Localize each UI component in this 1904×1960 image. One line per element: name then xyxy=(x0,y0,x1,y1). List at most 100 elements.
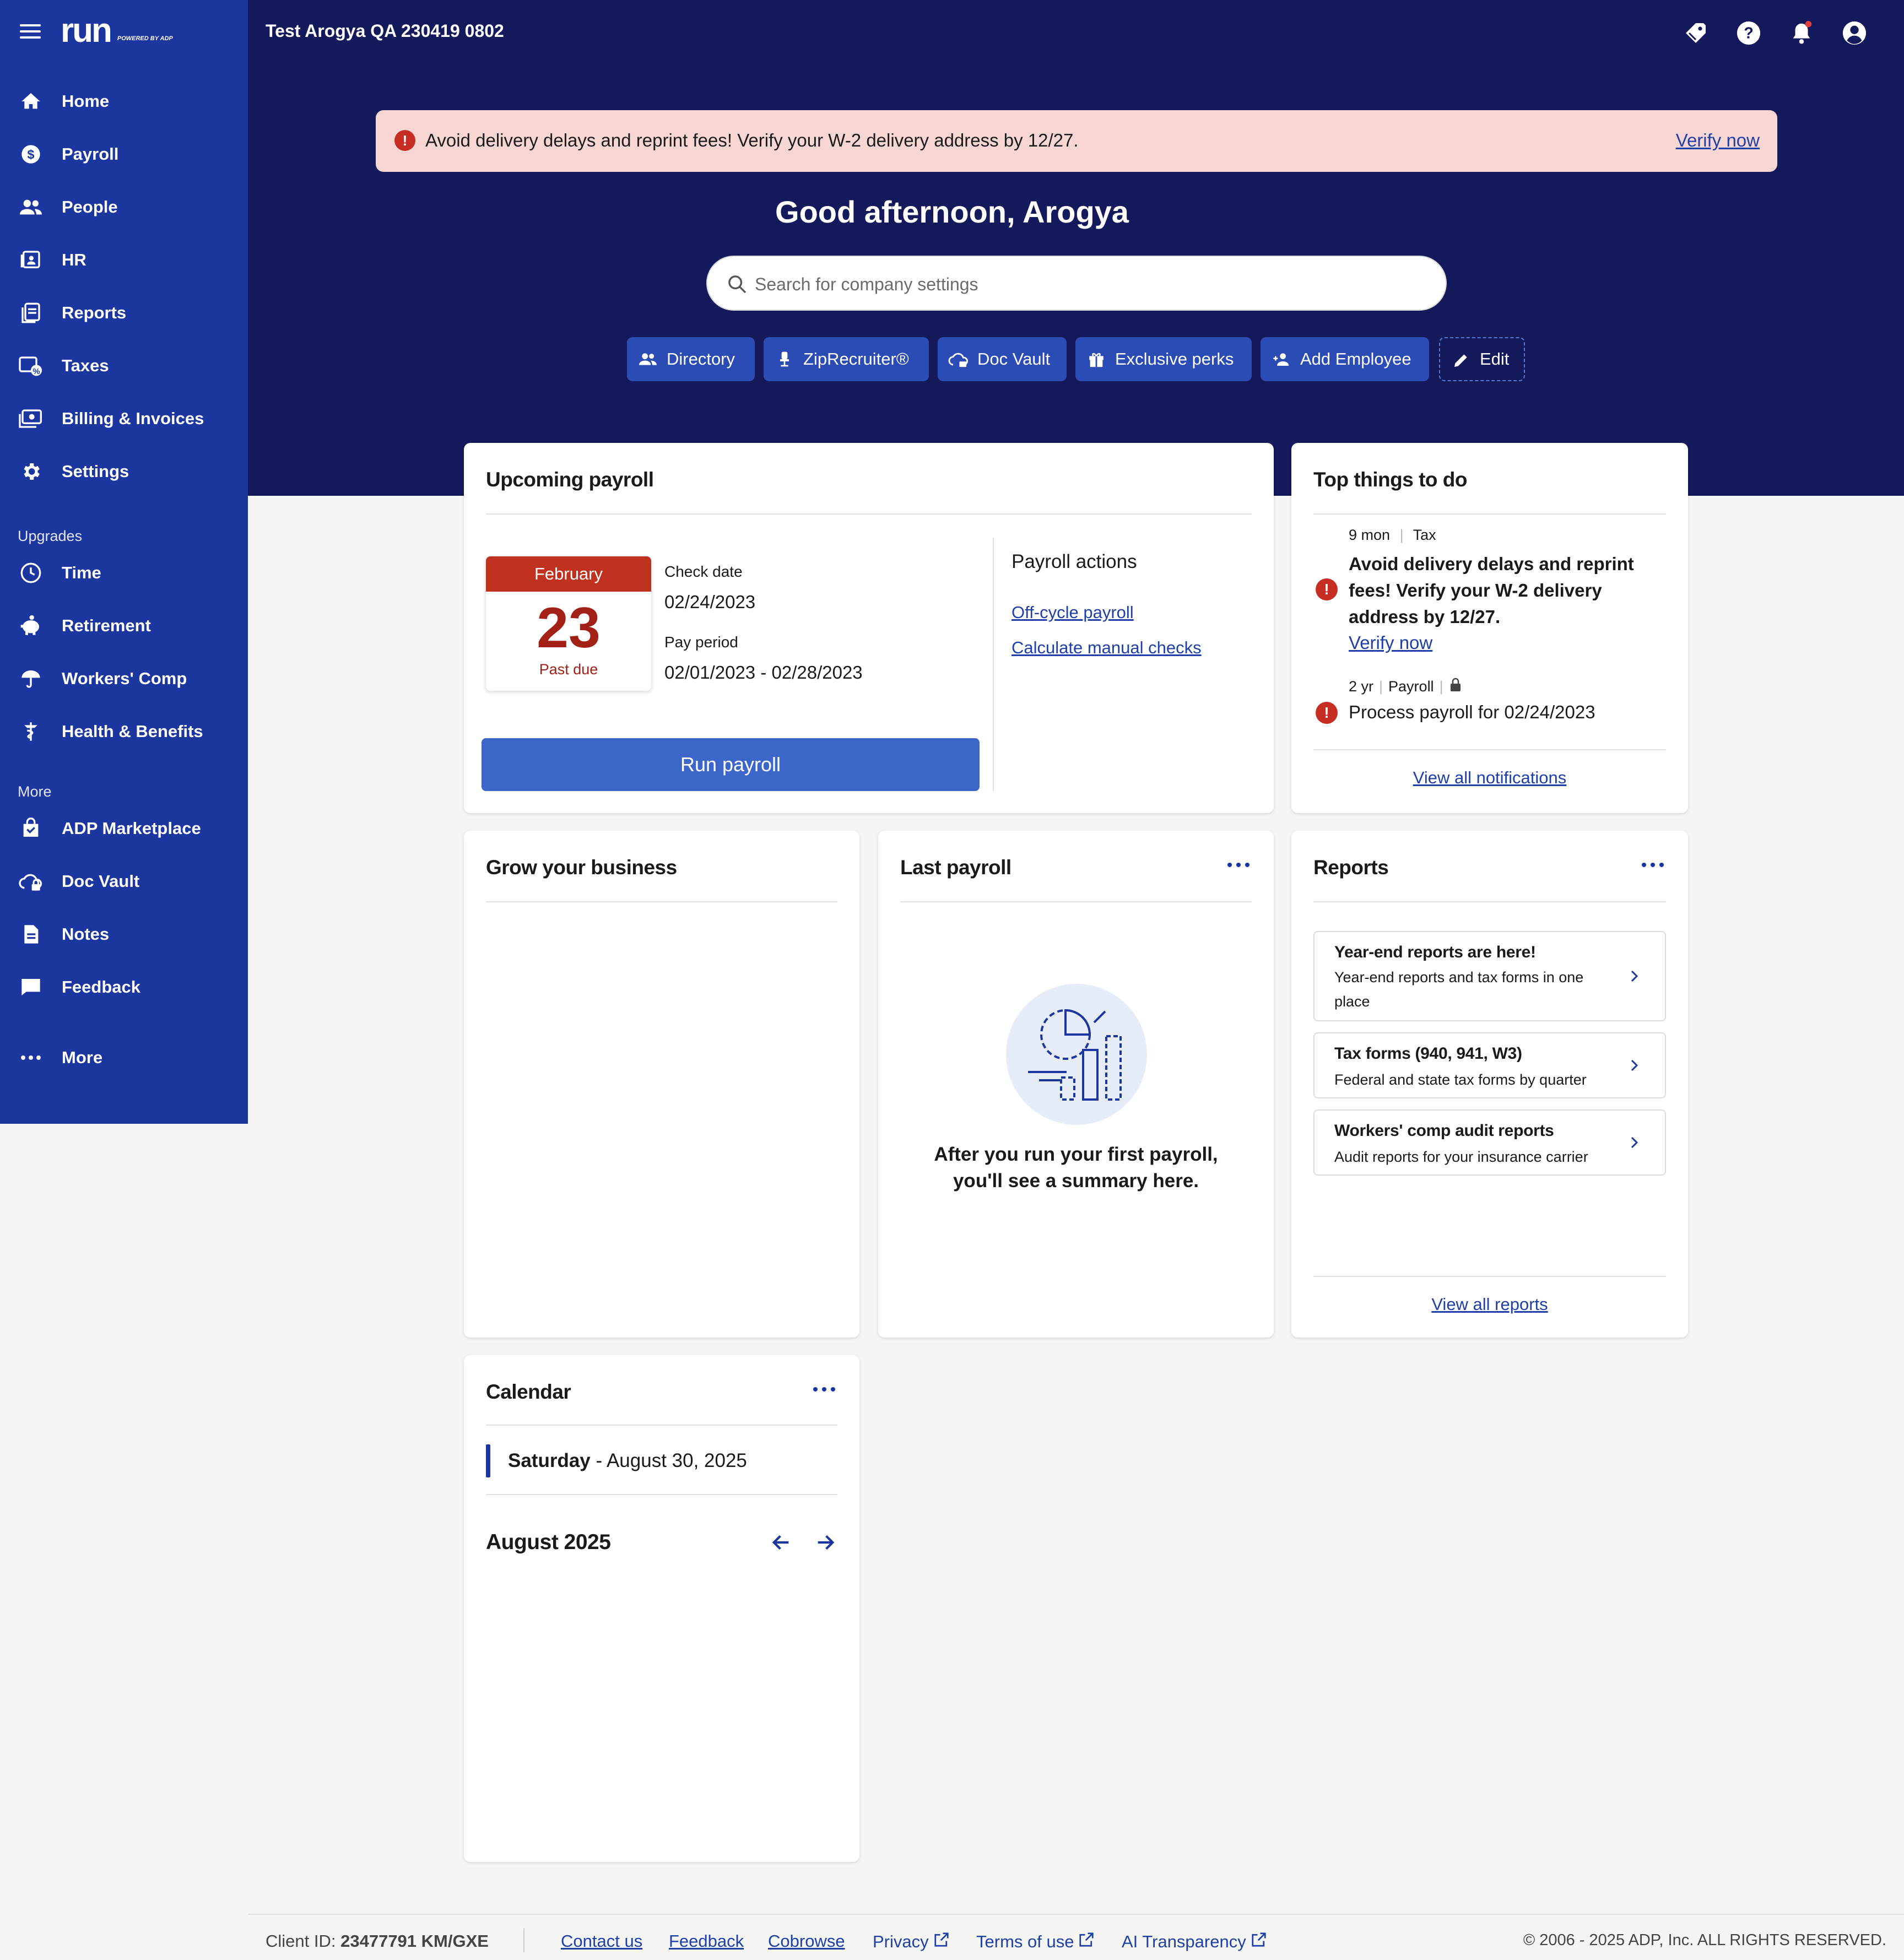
sidebar-item-feedback[interactable]: Feedback xyxy=(0,965,248,1009)
add-person-icon xyxy=(1270,348,1292,370)
alert-message: Avoid delivery delays and reprint fees! … xyxy=(425,130,1079,150)
sidebar-item-taxes[interactable]: % Taxes xyxy=(0,344,248,388)
run-logo[interactable]: run POWERED BY ADP xyxy=(61,14,173,48)
off-cycle-payroll-link[interactable]: Off-cycle payroll xyxy=(1012,603,1134,622)
top-things-title: Top things to do xyxy=(1313,468,1468,491)
chart-illustration-icon xyxy=(1006,984,1147,1125)
top-things-card: Top things to do 9 mon | Tax ! Avoid del… xyxy=(1291,443,1688,813)
todo-1-verify-link[interactable]: Verify now xyxy=(1349,632,1432,653)
quick-action-ziprecruiter[interactable]: ZipRecruiter® xyxy=(764,337,929,381)
footer-contact-link[interactable]: Contact us xyxy=(561,1931,642,1951)
last-payroll-title: Last payroll xyxy=(900,856,1012,879)
sidebar-more-button[interactable]: More xyxy=(0,1036,248,1080)
clock-icon xyxy=(18,562,44,584)
w2-alert-banner: ! Avoid delivery delays and reprint fees… xyxy=(376,110,1777,172)
pay-period-value: 02/01/2023 - 02/28/2023 xyxy=(664,662,863,683)
search-input[interactable] xyxy=(755,269,1427,300)
greeting: Good afternoon, Arogya xyxy=(775,194,1129,229)
upgrades-heading: Upgrades xyxy=(18,528,83,544)
more-heading: More xyxy=(18,783,52,800)
chevron-right-icon xyxy=(1627,1059,1641,1072)
external-link-icon xyxy=(933,1931,950,1952)
report-workers-comp[interactable]: Workers' comp audit reports Audit report… xyxy=(1313,1109,1666,1176)
sidebar-item-billing[interactable]: Billing & Invoices xyxy=(0,397,248,441)
sidebar-item-time[interactable]: Time xyxy=(0,551,248,595)
calendar-menu-icon[interactable] xyxy=(813,1384,835,1395)
sidebar: run POWERED BY ADP Home $ Payroll People… xyxy=(0,0,248,1124)
pay-period-label: Pay period xyxy=(664,634,738,651)
cloud-lock-icon xyxy=(18,870,44,892)
chat-icon xyxy=(18,976,44,998)
todo-1-text: Avoid delivery delays and reprint fees! … xyxy=(1349,554,1634,627)
sidebar-item-adp-marketplace[interactable]: ADP Marketplace xyxy=(0,806,248,851)
chevron-right-icon xyxy=(1627,1136,1641,1149)
view-all-reports-link[interactable]: View all reports xyxy=(1291,1295,1688,1314)
sidebar-item-doc-vault[interactable]: Doc Vault xyxy=(0,859,248,903)
svg-text:$: $ xyxy=(28,147,35,161)
quick-action-exclusive-perks[interactable]: Exclusive perks xyxy=(1075,337,1252,381)
footer-privacy-link[interactable]: Privacy xyxy=(873,1931,950,1952)
search-bar xyxy=(706,256,1447,311)
client-id: Client ID: 23477791 KM/GXE xyxy=(266,1931,489,1951)
sidebar-item-notes[interactable]: Notes xyxy=(0,912,248,956)
footer-ai-transparency-link[interactable]: AI Transparency xyxy=(1122,1931,1267,1952)
sidebar-item-retirement[interactable]: Retirement xyxy=(0,604,248,648)
arrow-left-icon[interactable] xyxy=(770,1531,792,1553)
footer-terms-link[interactable]: Terms of use xyxy=(976,1931,1095,1952)
report-tax-forms[interactable]: Tax forms (940, 941, W3) Federal and sta… xyxy=(1313,1032,1666,1098)
quick-action-directory[interactable]: Directory xyxy=(627,337,755,381)
sidebar-item-reports[interactable]: Reports xyxy=(0,291,248,335)
quick-action-doc-vault[interactable]: Doc Vault xyxy=(938,337,1067,381)
sidebar-item-home[interactable]: Home xyxy=(0,79,248,123)
quick-action-edit[interactable]: Edit xyxy=(1439,337,1525,381)
todo-2-text: Process payroll for 02/24/2023 xyxy=(1349,702,1595,722)
payroll-actions-title: Payroll actions xyxy=(1012,551,1137,572)
payroll-day: 23 xyxy=(537,596,601,660)
chevron-right-icon xyxy=(1627,970,1641,983)
sidebar-item-payroll[interactable]: $ Payroll xyxy=(0,132,248,176)
umbrella-icon xyxy=(18,668,44,690)
sidebar-item-hr[interactable]: HR xyxy=(0,238,248,282)
footer-feedback-link[interactable]: Feedback xyxy=(669,1931,744,1951)
svg-text:?: ? xyxy=(1744,25,1754,42)
sidebar-item-health-benefits[interactable]: Health & Benefits xyxy=(0,710,248,754)
last-payroll-menu-icon[interactable] xyxy=(1227,859,1250,870)
calendar-title: Calendar xyxy=(486,1380,571,1403)
calculate-manual-checks-link[interactable]: Calculate manual checks xyxy=(1012,638,1202,658)
tag-icon[interactable] xyxy=(1683,20,1709,46)
svg-text:%: % xyxy=(33,367,40,376)
grow-business-card: Grow your business xyxy=(464,831,859,1338)
cloud-lock-icon xyxy=(948,348,970,370)
taxes-icon: % xyxy=(18,355,44,377)
check-date-value: 02/24/2023 xyxy=(664,592,756,612)
sidebar-item-workers-comp[interactable]: Workers' Comp xyxy=(0,657,248,701)
run-payroll-button[interactable]: Run payroll xyxy=(482,738,980,791)
payroll-month: February xyxy=(486,556,651,592)
report-year-end[interactable]: Year-end reports are here! Year-end repo… xyxy=(1313,931,1666,1021)
reports-title: Reports xyxy=(1313,856,1389,879)
company-name[interactable]: Test Arogya QA 230419 0802 xyxy=(266,21,504,41)
reports-menu-icon[interactable] xyxy=(1642,859,1664,870)
alert-verify-link[interactable]: Verify now xyxy=(1676,130,1760,151)
upcoming-payroll-card: Upcoming payroll February 23 Past due Ch… xyxy=(464,443,1274,813)
bell-icon[interactable] xyxy=(1788,20,1815,46)
billing-icon xyxy=(18,408,44,430)
help-icon[interactable]: ? xyxy=(1735,20,1762,46)
quick-action-add-employee[interactable]: Add Employee xyxy=(1261,337,1429,381)
people-icon xyxy=(637,348,659,370)
todo-2-meta: 2 yr | Payroll | xyxy=(1349,678,1462,696)
piggy-bank-icon xyxy=(18,615,44,637)
payroll-status: Past due xyxy=(539,661,598,678)
menu-icon[interactable] xyxy=(20,22,42,41)
calendar-card: Calendar Saturday - August 30, 2025 Augu… xyxy=(464,1355,859,1862)
view-all-notifications-link[interactable]: View all notifications xyxy=(1291,768,1688,788)
todo-1-meta: 9 mon | Tax xyxy=(1349,527,1436,543)
account-icon[interactable] xyxy=(1841,20,1868,46)
header-band xyxy=(248,0,1904,496)
footer-cobrowse-link[interactable]: Cobrowse xyxy=(768,1931,845,1951)
payroll-date-tile: February 23 Past due xyxy=(486,556,651,691)
arrow-right-icon[interactable] xyxy=(814,1531,836,1553)
copyright: © 2006 - 2025 ADP, Inc. ALL RIGHTS RESER… xyxy=(1523,1931,1886,1949)
external-link-icon xyxy=(1251,1931,1267,1952)
sidebar-item-settings[interactable]: Settings xyxy=(0,450,248,494)
